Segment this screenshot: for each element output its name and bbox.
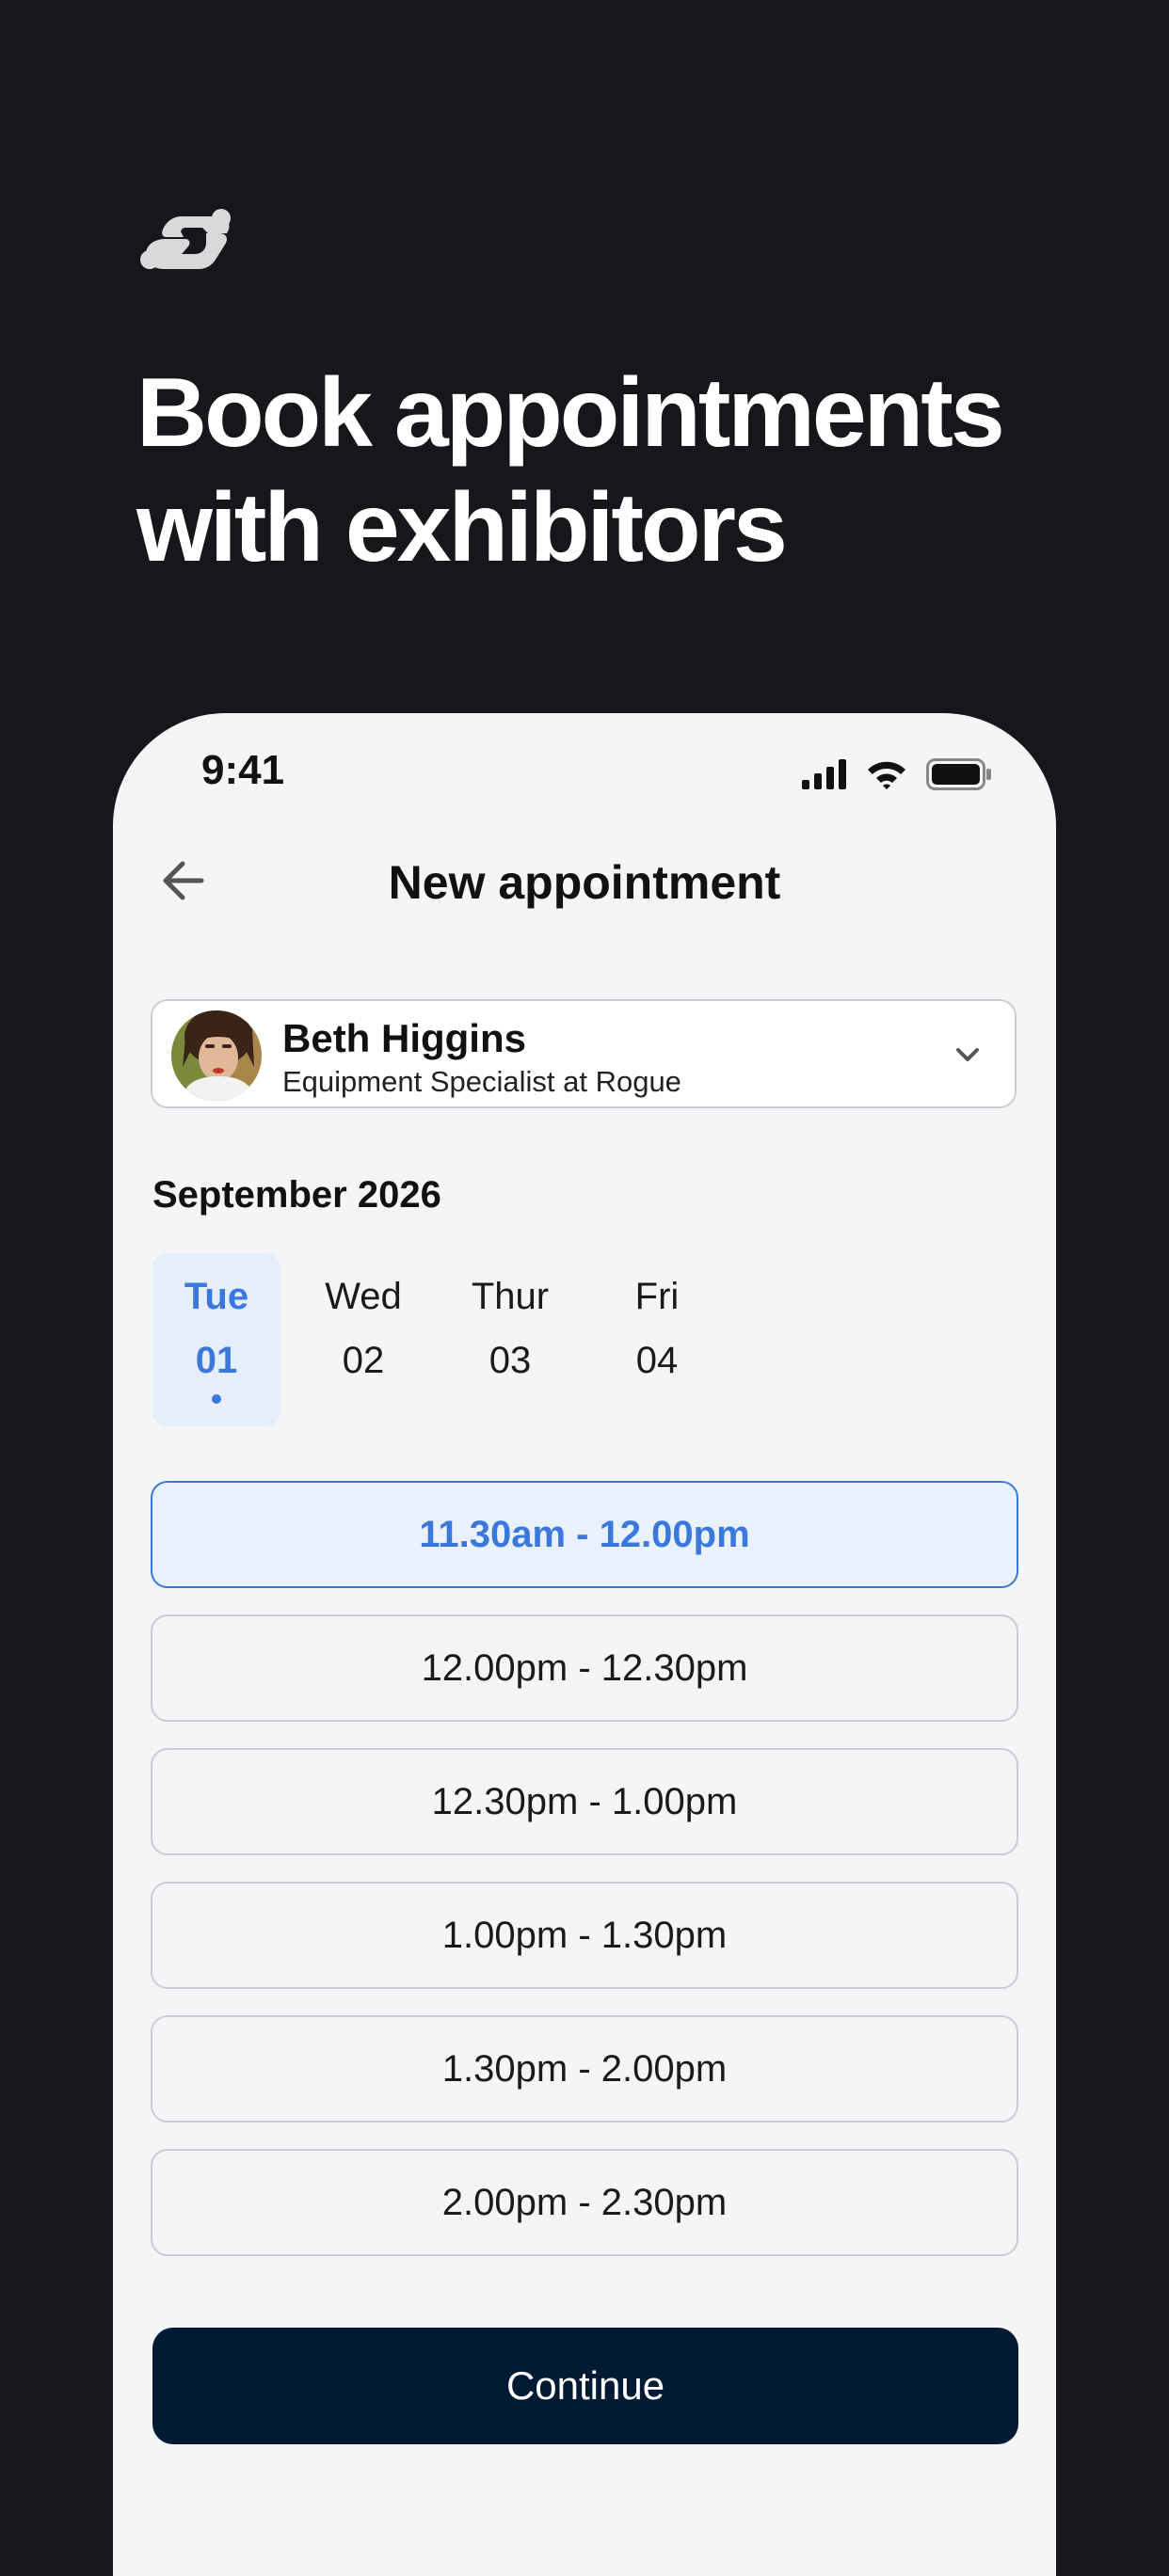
linked-hands-logo-icon xyxy=(136,205,232,280)
day-wed[interactable]: Wed 02 xyxy=(299,1253,427,1426)
day-thur[interactable]: Thur 03 xyxy=(446,1253,574,1426)
day-number: 04 xyxy=(635,1340,679,1381)
time-slot[interactable]: 1.30pm - 2.00pm xyxy=(151,2015,1018,2123)
phone-mockup: 9:41 New appointment Beth Higgins Equipm… xyxy=(113,713,1056,2576)
avatar xyxy=(171,1010,262,1101)
exhibitor-select[interactable]: Beth Higgins Equipment Specialist at Rog… xyxy=(151,999,1017,1108)
time-slot[interactable]: 12.00pm - 12.30pm xyxy=(151,1614,1018,1722)
selected-day-dot xyxy=(212,1394,221,1404)
time-slot[interactable]: 1.00pm - 1.30pm xyxy=(151,1882,1018,1989)
cellular-signal-icon xyxy=(802,758,847,794)
time-slot-selected[interactable]: 11.30am - 12.00pm xyxy=(151,1481,1018,1588)
status-time: 9:41 xyxy=(201,747,285,793)
time-slot[interactable]: 12.30pm - 1.00pm xyxy=(151,1748,1018,1855)
day-name: Tue xyxy=(184,1276,249,1317)
continue-button[interactable]: Continue xyxy=(152,2328,1018,2444)
exhibitor-role: Equipment Specialist at Rogue xyxy=(282,1065,681,1098)
page-title: New appointment xyxy=(388,856,781,909)
status-icons xyxy=(802,757,992,795)
day-number: 01 xyxy=(195,1340,238,1381)
chevron-down-icon xyxy=(949,1037,986,1074)
month-label: September 2026 xyxy=(152,1174,441,1216)
wifi-icon xyxy=(866,759,907,794)
day-name: Wed xyxy=(325,1276,402,1317)
day-tue[interactable]: Tue 01 xyxy=(152,1253,280,1426)
headline-line-1: Book appointments xyxy=(136,358,1005,468)
battery-icon xyxy=(926,757,992,795)
hero-headline: Book appointments with exhibitors xyxy=(136,356,1125,585)
day-name: Thur xyxy=(471,1276,550,1317)
day-number: 03 xyxy=(488,1340,532,1381)
day-name: Fri xyxy=(634,1276,680,1317)
exhibitor-name: Beth Higgins xyxy=(282,1016,526,1060)
headline-line-2: with exhibitors xyxy=(136,473,788,582)
time-slot[interactable]: 2.00pm - 2.30pm xyxy=(151,2149,1018,2256)
day-fri[interactable]: Fri 04 xyxy=(593,1253,721,1426)
day-number: 02 xyxy=(342,1340,385,1381)
